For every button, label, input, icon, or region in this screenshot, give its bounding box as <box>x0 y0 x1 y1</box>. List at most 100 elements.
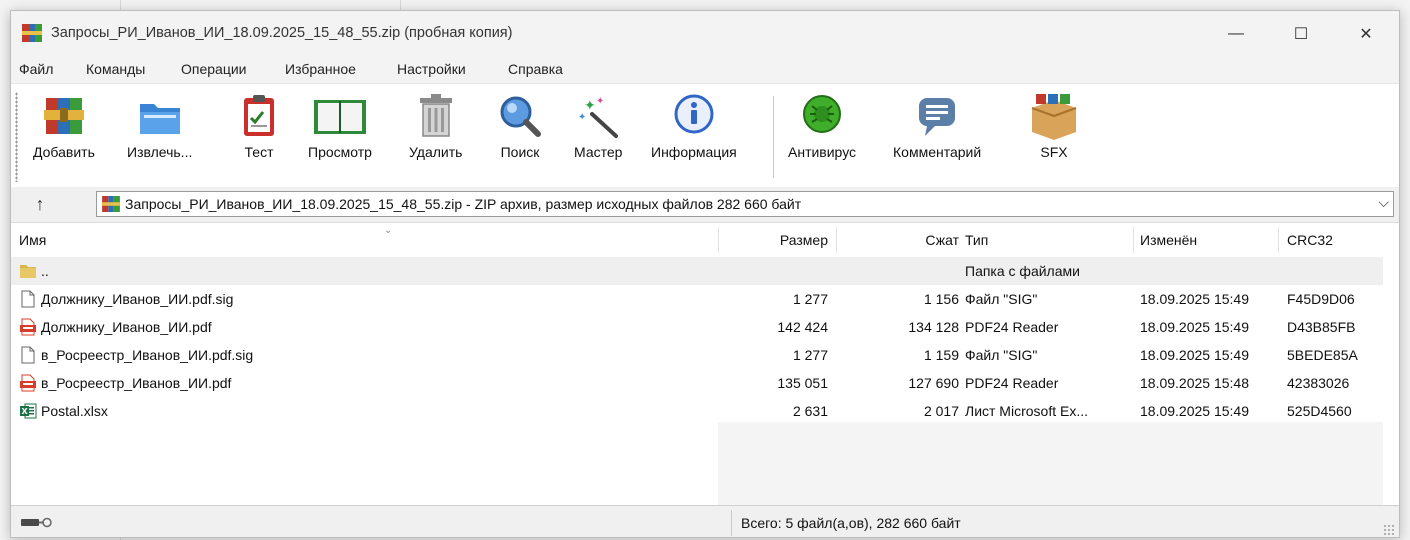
column-header-packed[interactable]: Сжат <box>841 223 959 257</box>
file-crc: 42383026 <box>1287 375 1350 391</box>
extract-folder-icon <box>139 104 180 134</box>
add-archive-icon <box>43 98 84 134</box>
test-button[interactable]: Тест <box>235 92 283 160</box>
toolbar: Добавить Извлечь... Тест Просмотр Удалит… <box>11 83 1399 188</box>
file-row[interactable]: в_Росреестр_Иванов_ИИ.pdf 135 051 127 69… <box>11 369 1383 397</box>
column-separator[interactable] <box>1133 227 1134 253</box>
file-row[interactable]: в_Росреестр_Иванов_ИИ.pdf.sig 1 277 1 15… <box>11 341 1383 369</box>
excel-file-icon: X <box>20 403 37 419</box>
add-button[interactable]: Добавить <box>33 92 95 160</box>
file-name: Postal.xlsx <box>41 403 108 419</box>
archive-window: Запросы_РИ_Иванов_ИИ_18.09.2025_15_48_55… <box>10 10 1400 538</box>
column-header-name[interactable]: Имя <box>19 223 709 257</box>
file-row[interactable]: X Postal.xlsx 2 631 2 017 Лист Microsoft… <box>11 397 1383 425</box>
file-size: 2 631 <box>792 403 828 419</box>
column-separator[interactable] <box>1278 227 1279 253</box>
column-separator[interactable] <box>836 227 837 253</box>
delete-label: Удалить <box>409 144 463 160</box>
resize-grip[interactable] <box>1383 524 1395 536</box>
sfx-button[interactable]: SFX <box>1028 92 1080 160</box>
title-bar[interactable]: Запросы_РИ_Иванов_ИИ_18.09.2025_15_48_55… <box>11 11 1399 57</box>
test-clipboard-icon <box>244 95 274 136</box>
antivirus-bug-icon <box>803 95 842 133</box>
column-header-size[interactable]: Размер <box>723 223 828 257</box>
chevron-down-icon[interactable]: ⌵ <box>1378 194 1389 211</box>
add-label: Добавить <box>33 144 95 160</box>
menu-file[interactable]: Файл <box>19 61 53 77</box>
file-size: 142 424 <box>777 319 828 335</box>
menu-help[interactable]: Справка <box>508 61 563 77</box>
file-crc: 5BEDE85A <box>1287 347 1358 363</box>
status-bar: Всего: 5 файл(а,ов), 282 660 байт <box>11 505 1399 537</box>
address-bar: ↑ Запросы_РИ_Иванов_ИИ_18.09.2025_15_48_… <box>11 187 1399 221</box>
file-type: Файл "SIG" <box>965 291 1038 307</box>
window-title: Запросы_РИ_Иванов_ИИ_18.09.2025_15_48_55… <box>51 25 513 41</box>
file-name: Должнику_Иванов_ИИ.pdf <box>41 319 212 335</box>
menu-favorites[interactable]: Избранное <box>285 61 356 77</box>
file-modified: 18.09.2025 15:49 <box>1140 319 1249 335</box>
column-header-crc[interactable]: CRC32 <box>1287 223 1377 257</box>
extract-label: Извлечь... <box>127 144 193 160</box>
file-row[interactable]: Должнику_Иванов_ИИ.pdf.sig 1 277 1 156 Ф… <box>11 285 1383 313</box>
empty-list-area[interactable] <box>718 422 1383 506</box>
blank-file-icon <box>21 346 35 364</box>
path-combobox[interactable]: Запросы_РИ_Иванов_ИИ_18.09.2025_15_48_55… <box>96 191 1394 217</box>
file-row[interactable]: Должнику_Иванов_ИИ.pdf 142 424 134 128 P… <box>11 313 1383 341</box>
antivirus-button[interactable]: Антивирус <box>788 92 856 160</box>
info-label: Информация <box>651 144 737 160</box>
status-separator <box>731 510 732 536</box>
wizard-label: Мастер <box>574 144 623 160</box>
info-button[interactable]: Информация <box>651 92 737 160</box>
svg-text:✦: ✦ <box>596 96 604 107</box>
menu-settings[interactable]: Настройки <box>397 61 466 77</box>
comment-label: Комментарий <box>893 144 982 160</box>
file-modified: 18.09.2025 15:48 <box>1140 375 1249 391</box>
column-header-type[interactable]: Тип <box>965 223 1135 257</box>
file-size <box>723 257 828 285</box>
view-button[interactable]: Просмотр <box>308 92 372 160</box>
folder-icon <box>20 265 36 278</box>
file-type: Папка с файлами <box>965 263 1080 279</box>
file-packed: 127 690 <box>908 375 959 391</box>
file-crc: D43B85FB <box>1287 319 1356 335</box>
blank-file-icon <box>21 290 35 308</box>
comment-icon <box>919 98 956 136</box>
file-size: 1 277 <box>792 347 828 363</box>
delete-button[interactable]: Удалить <box>409 92 462 160</box>
up-button[interactable]: ↑ <box>29 193 51 215</box>
file-name: .. <box>41 263 49 279</box>
menu-bar: Файл Команды Операции Избранное Настройк… <box>11 57 1399 83</box>
sfx-box-icon <box>1031 94 1077 140</box>
close-button[interactable]: ✕ <box>1346 19 1386 49</box>
menu-commands[interactable]: Команды <box>86 61 145 77</box>
maximize-button[interactable]: ☐ <box>1281 19 1321 49</box>
winrar-archive-icon <box>102 196 120 212</box>
wizard-button[interactable]: ✦ ✦ ✦ Мастер <box>574 92 622 160</box>
find-button[interactable]: Поиск <box>496 92 544 160</box>
column-header-modified[interactable]: Изменён <box>1140 223 1280 257</box>
minimize-button[interactable]: — <box>1216 19 1256 49</box>
toolbar-grip[interactable] <box>15 92 18 182</box>
file-packed: 2 017 <box>923 403 959 419</box>
file-packed: 1 156 <box>923 291 959 307</box>
file-crc: F45D9D06 <box>1287 291 1355 307</box>
comment-button[interactable]: Комментарий <box>893 92 981 160</box>
column-separator[interactable] <box>718 227 719 253</box>
parent-folder-row[interactable]: .. Папка с файлами <box>11 257 1383 285</box>
menu-operations[interactable]: Операции <box>181 61 247 77</box>
file-name: в_Росреестр_Иванов_ИИ.pdf.sig <box>41 347 254 363</box>
view-book-icon <box>314 100 366 134</box>
file-type: PDF24 Reader <box>965 375 1059 391</box>
status-summary: Всего: 5 файл(а,ов), 282 660 байт <box>741 515 961 531</box>
svg-text:✦: ✦ <box>578 112 586 123</box>
file-size: 135 051 <box>777 375 828 391</box>
find-label: Поиск <box>500 144 540 160</box>
drive-icon[interactable] <box>21 514 57 530</box>
file-packed: 1 159 <box>923 347 959 363</box>
file-name: в_Росреестр_Иванов_ИИ.pdf <box>41 375 232 391</box>
info-icon <box>674 94 714 134</box>
pdf-file-icon <box>20 318 36 336</box>
view-label: Просмотр <box>308 144 372 160</box>
extract-button[interactable]: Извлечь... <box>127 92 192 160</box>
file-modified: 18.09.2025 15:49 <box>1140 403 1249 419</box>
